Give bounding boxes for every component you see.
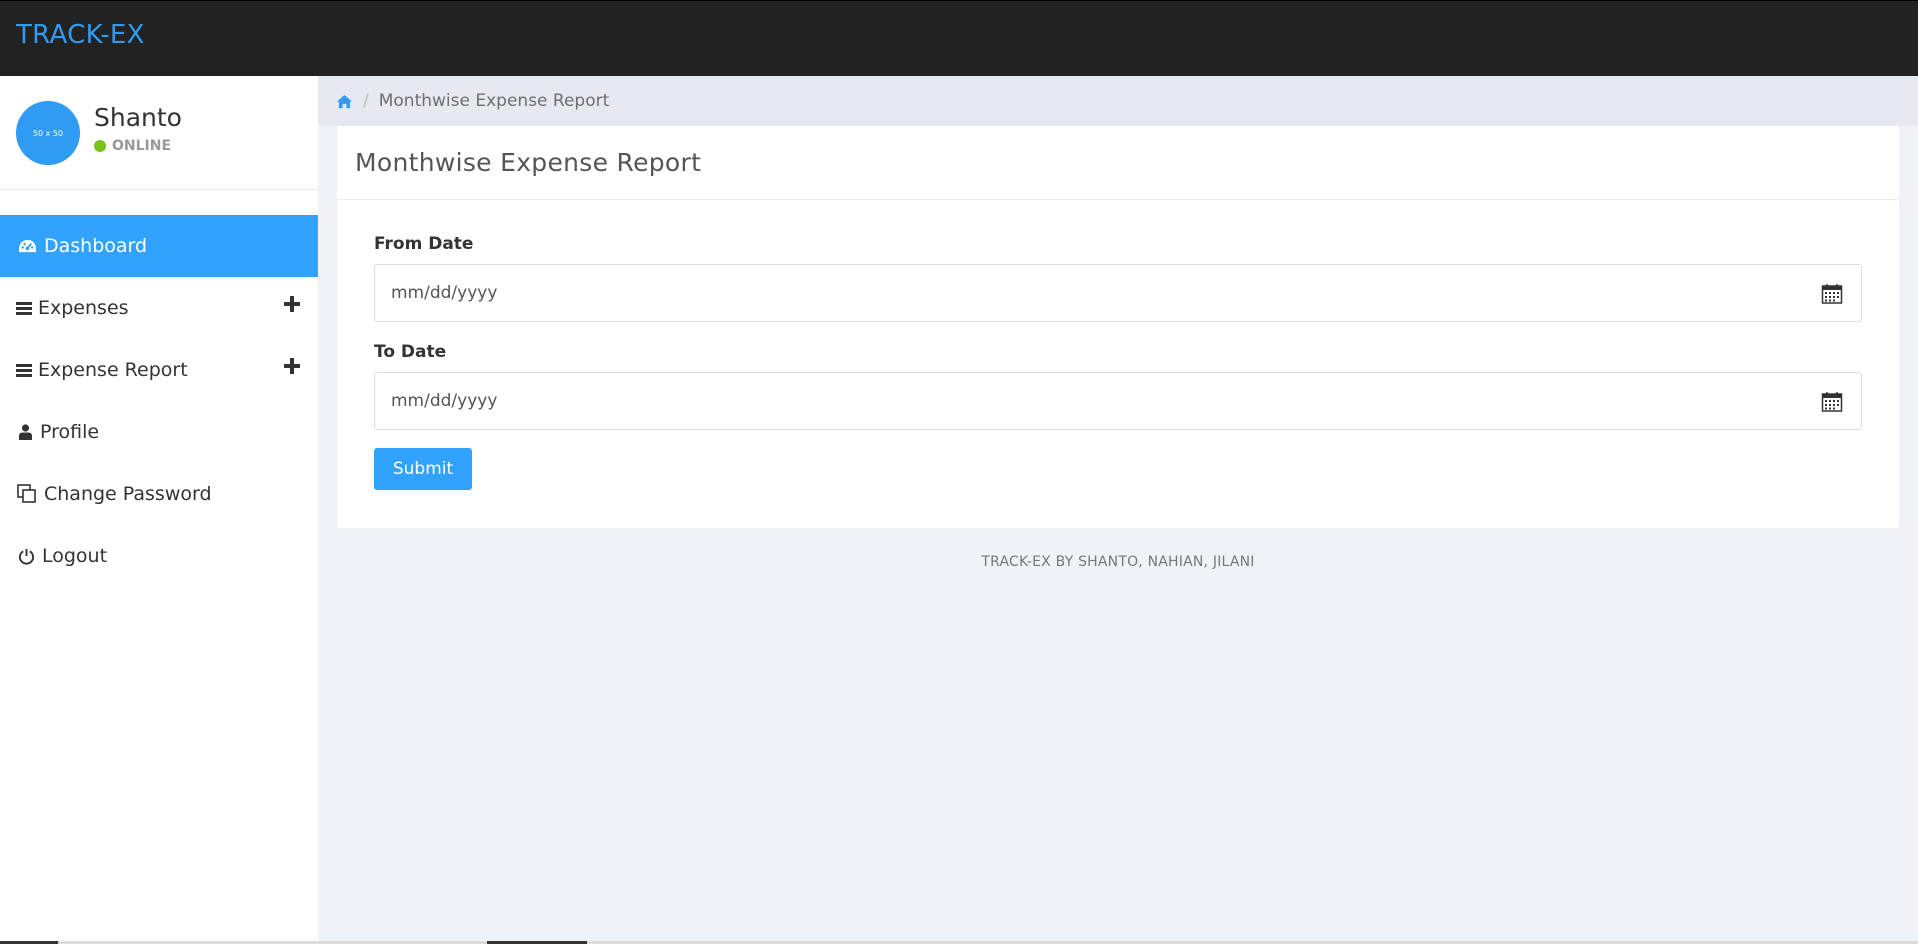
- sidebar-item-expense-report[interactable]: Expense Report: [0, 339, 318, 401]
- brand-logo[interactable]: TRACK-EX: [16, 20, 145, 50]
- page-title: Monthwise Expense Report: [355, 148, 702, 177]
- sidebar-item-label: Dashboard: [44, 235, 148, 257]
- avatar: 50 x 50: [16, 101, 80, 165]
- plus-icon[interactable]: [284, 295, 300, 312]
- sidebar-nav: Dashboard Expenses Expense Report Profil…: [0, 215, 318, 587]
- user-panel: 50 x 50 Shanto ONLINE: [0, 76, 318, 190]
- submit-button[interactable]: Submit: [374, 448, 472, 490]
- user-status: ONLINE: [94, 138, 171, 154]
- to-date-placeholder: mm/dd/yyyy: [391, 391, 498, 411]
- to-date-field[interactable]: mm/dd/yyyy: [374, 372, 1862, 430]
- copy-icon: [16, 483, 38, 505]
- footer-credits: TRACK-EX BY SHANTO, NAHIAN, JILANI: [981, 554, 1255, 570]
- user-status-label: ONLINE: [112, 138, 172, 154]
- from-date-placeholder: mm/dd/yyyy: [391, 283, 498, 303]
- breadcrumb-current: Monthwise Expense Report: [378, 91, 610, 111]
- power-icon: [16, 545, 36, 567]
- user-name: Shanto: [94, 103, 182, 132]
- sidebar-item-label: Profile: [40, 421, 100, 443]
- sidebar-item-expenses[interactable]: Expenses: [0, 277, 318, 339]
- to-date-label: To Date: [374, 342, 447, 362]
- sidebar-item-profile[interactable]: Profile: [0, 401, 318, 463]
- home-icon[interactable]: [336, 94, 353, 109]
- plus-icon[interactable]: [284, 357, 300, 374]
- user-icon: [16, 421, 34, 443]
- from-date-label: From Date: [374, 234, 474, 254]
- top-navbar: TRACK-EX: [0, 0, 1918, 76]
- sidebar-item-logout[interactable]: Logout: [0, 525, 318, 587]
- dashboard-icon: [16, 235, 38, 257]
- calendar-icon[interactable]: [1821, 283, 1843, 305]
- sidebar-item-label: Change Password: [44, 483, 212, 505]
- bars-icon: [16, 359, 32, 381]
- calendar-icon[interactable]: [1821, 391, 1843, 413]
- sidebar: 50 x 50 Shanto ONLINE Dashboard Expenses: [0, 76, 318, 942]
- online-status-dot-icon: [94, 140, 106, 152]
- report-card: Monthwise Expense Report From Date mm/dd…: [337, 126, 1899, 528]
- sidebar-item-dashboard[interactable]: Dashboard: [0, 215, 318, 277]
- sidebar-item-label: Expenses: [38, 297, 129, 319]
- sidebar-item-label: Logout: [42, 545, 108, 567]
- breadcrumb: / Monthwise Expense Report: [318, 76, 1918, 126]
- sidebar-item-change-password[interactable]: Change Password: [0, 463, 318, 525]
- sidebar-item-label: Expense Report: [38, 359, 188, 381]
- from-date-field[interactable]: mm/dd/yyyy: [374, 264, 1862, 322]
- card-divider: [337, 199, 1899, 200]
- bars-icon: [16, 297, 32, 319]
- breadcrumb-separator: /: [363, 91, 369, 111]
